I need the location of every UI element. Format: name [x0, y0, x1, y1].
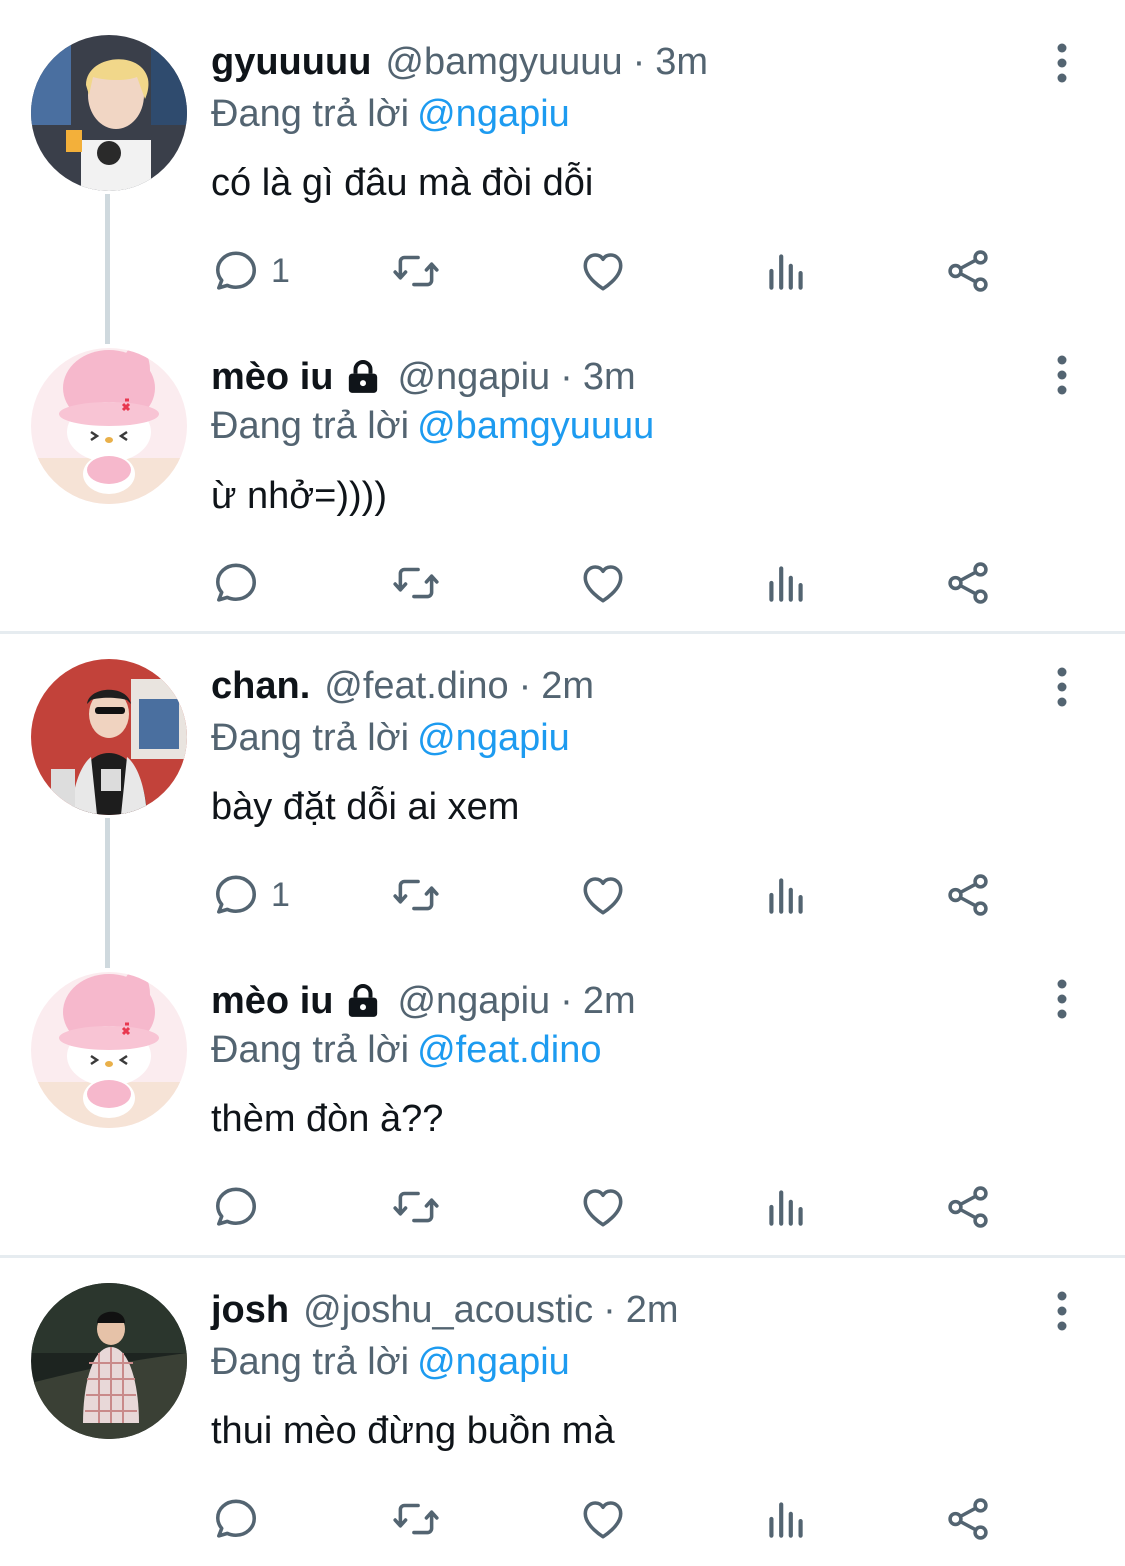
reply-button[interactable]: [211, 1493, 271, 1545]
tweet-5[interactable]: josh @joshu_acoustic · 2m Đang trả lời @n…: [0, 0, 1125, 1566]
retweet-button[interactable]: [391, 1493, 441, 1545]
reply-icon: [211, 1494, 261, 1544]
mention-link[interactable]: @ngapiu: [417, 1341, 570, 1383]
separator: ·: [603, 1289, 616, 1331]
timestamp[interactable]: 2m: [626, 1284, 679, 1336]
avatar[interactable]: [31, 1283, 187, 1439]
reply-prefix: Đang trả lời: [211, 1341, 410, 1383]
tweet-text: thui mèo đừng buồn mà: [211, 1410, 615, 1452]
reply-context: Đang trả lời @ngapiu: [211, 1336, 570, 1388]
share-button[interactable]: [943, 1493, 993, 1545]
like-button[interactable]: [578, 1493, 628, 1545]
more-icon[interactable]: [1052, 1290, 1072, 1332]
views-button[interactable]: [761, 1493, 811, 1545]
handle[interactable]: @joshu_acoustic: [303, 1284, 593, 1336]
action-bar: [211, 1493, 1031, 1545]
retweet-icon: [391, 1494, 441, 1544]
like-icon: [578, 1494, 628, 1544]
display-name[interactable]: josh: [211, 1284, 289, 1336]
tweet-header: josh @joshu_acoustic · 2m: [211, 1284, 679, 1336]
share-icon: [943, 1494, 993, 1544]
views-icon: [761, 1494, 811, 1544]
